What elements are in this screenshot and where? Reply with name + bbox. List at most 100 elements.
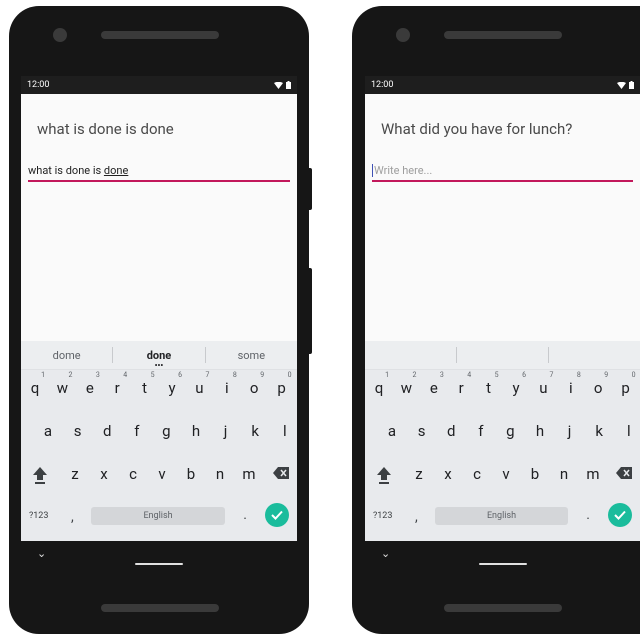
backspace-icon[interactable] [273, 467, 289, 479]
space-bar[interactable]: English [435, 507, 568, 525]
home-pill[interactable] [135, 563, 183, 565]
check-icon [614, 510, 626, 520]
divider [548, 347, 549, 363]
question-text: what is done is done [37, 120, 174, 138]
suggestion-3[interactable]: some [206, 349, 297, 362]
key-b[interactable]: b [179, 465, 203, 483]
symbols-key[interactable]: ?123 [29, 511, 48, 521]
key-i[interactable]: i8 [215, 371, 239, 397]
key-q[interactable]: q1 [367, 371, 391, 397]
key-x[interactable]: x [92, 465, 116, 483]
key-t[interactable]: t5 [477, 371, 501, 397]
key-u[interactable]: u7 [531, 371, 555, 397]
bottom-speaker [444, 604, 562, 612]
key-m[interactable]: m [581, 465, 605, 483]
key-k[interactable]: k [243, 422, 267, 440]
space-bar[interactable]: English [91, 507, 225, 525]
key-l[interactable]: l [273, 422, 297, 440]
key-g[interactable]: g [154, 422, 178, 440]
shift-icon[interactable] [375, 465, 393, 485]
key-label: n [559, 465, 569, 483]
key-l[interactable]: l [617, 422, 640, 440]
chevron-down-icon[interactable]: ⌄ [37, 547, 46, 560]
key-w[interactable]: w2 [50, 371, 74, 397]
key-e[interactable]: e3 [78, 371, 102, 397]
key-j[interactable]: j [558, 422, 582, 440]
key-y[interactable]: y6 [160, 371, 184, 397]
key-n[interactable]: n [208, 465, 232, 483]
key-b[interactable]: b [523, 465, 547, 483]
backspace-icon[interactable] [616, 467, 632, 479]
key-a[interactable]: a [36, 422, 60, 440]
period-key[interactable]: . [243, 507, 247, 523]
key-label: u [195, 379, 204, 397]
period-key[interactable]: . [586, 507, 590, 523]
key-g[interactable]: g [498, 422, 522, 440]
key-c[interactable]: c [465, 465, 489, 483]
suggestion-2[interactable]: done ••• [113, 349, 204, 370]
key-r[interactable]: r4 [105, 371, 129, 397]
key-k[interactable]: k [587, 422, 611, 440]
key-h[interactable]: h [528, 422, 552, 440]
key-p[interactable]: p0 [270, 371, 294, 397]
key-c[interactable]: c [121, 465, 145, 483]
key-label: c [129, 465, 137, 483]
comma-key[interactable]: , [415, 509, 418, 525]
key-x[interactable]: x [436, 465, 460, 483]
key-a[interactable]: a [380, 422, 404, 440]
key-r[interactable]: r4 [449, 371, 473, 397]
key-label: q [30, 379, 40, 397]
key-o[interactable]: o9 [242, 371, 266, 397]
key-z[interactable]: z [407, 465, 431, 483]
key-q[interactable]: q1 [23, 371, 47, 397]
key-f[interactable]: f [125, 422, 149, 440]
key-t[interactable]: t5 [133, 371, 157, 397]
key-n[interactable]: n [552, 465, 576, 483]
key-label: t [142, 379, 148, 397]
comma-key[interactable]: , [71, 509, 74, 525]
key-e[interactable]: e3 [422, 371, 446, 397]
key-f[interactable]: f [469, 422, 493, 440]
key-label: t [486, 379, 492, 397]
key-v[interactable]: v [494, 465, 518, 483]
suggestion-strip: dome done ••• some [21, 341, 297, 370]
home-pill[interactable] [478, 563, 527, 565]
key-p[interactable]: p0 [614, 371, 638, 397]
key-label: u [539, 379, 548, 397]
key-s[interactable]: s [410, 422, 434, 440]
key-s[interactable]: s [66, 422, 90, 440]
key-y[interactable]: y6 [504, 371, 528, 397]
key-label: p [277, 379, 286, 397]
input-text-prefix: what is done is [28, 164, 104, 177]
battery-icon [629, 81, 634, 89]
key-h[interactable]: h [184, 422, 208, 440]
key-j[interactable]: j [214, 422, 238, 440]
key-d[interactable]: d [439, 422, 463, 440]
key-z[interactable]: z [63, 465, 87, 483]
key-number-hint: 9 [260, 371, 265, 379]
key-label: s [73, 422, 82, 440]
status-time: 12:00 [371, 80, 394, 90]
answer-input[interactable]: Write here... [372, 160, 633, 182]
key-d[interactable]: d [95, 422, 119, 440]
enter-button[interactable] [608, 503, 632, 527]
symbols-key[interactable]: ?123 [373, 511, 392, 521]
enter-button[interactable] [265, 503, 289, 527]
key-row-1: q1w2e3r4t5y6u7i8o9p0 [21, 371, 297, 405]
key-label: i [568, 379, 573, 397]
key-i[interactable]: i8 [559, 371, 583, 397]
key-number-hint: 9 [604, 371, 609, 379]
question-text: What did you have for lunch? [381, 120, 573, 138]
key-v[interactable]: v [150, 465, 174, 483]
key-o[interactable]: o9 [586, 371, 610, 397]
key-m[interactable]: m [237, 465, 261, 483]
shift-icon[interactable] [31, 465, 49, 485]
chevron-down-icon[interactable]: ⌄ [381, 547, 390, 560]
key-w[interactable]: w2 [394, 371, 418, 397]
navigation-bar: ⌄ [21, 541, 297, 581]
suggestion-1[interactable]: dome [21, 349, 112, 362]
answer-input[interactable]: what is done is done [28, 160, 290, 182]
key-label: z [415, 465, 423, 483]
key-u[interactable]: u7 [187, 371, 211, 397]
input-placeholder: Write here... [374, 164, 433, 177]
